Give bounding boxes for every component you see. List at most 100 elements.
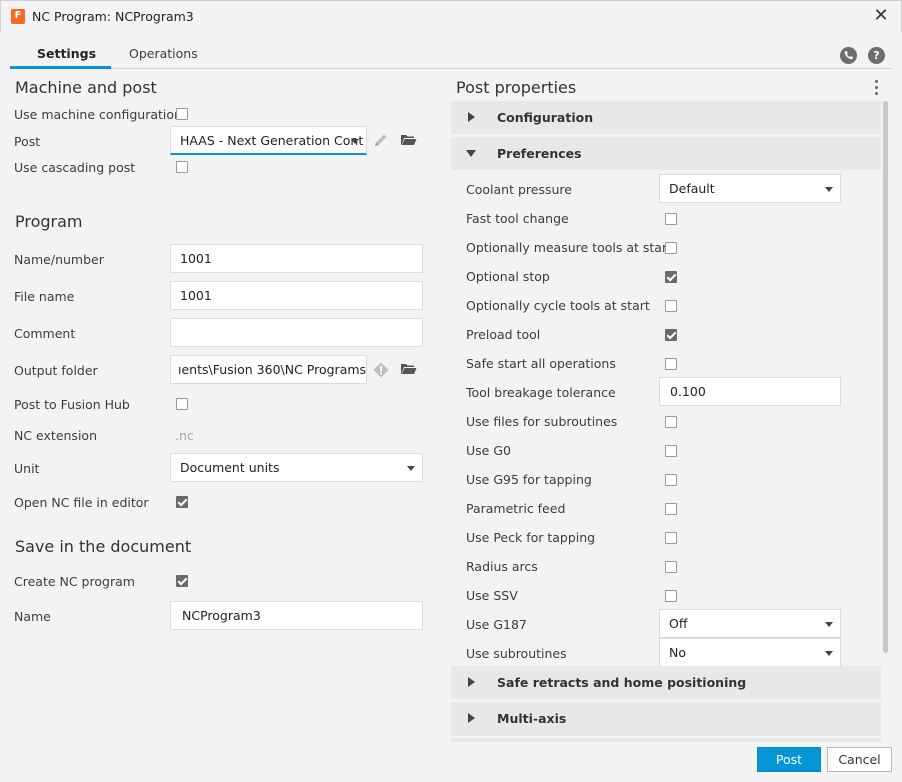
chevron-down-icon xyxy=(351,139,359,144)
chevron-down-icon xyxy=(825,651,833,656)
pref-label-use-g0: Use G0 xyxy=(466,443,511,458)
group-preferences[interactable]: Preferences xyxy=(451,137,881,170)
pref-checkbox-use-g0[interactable] xyxy=(665,445,677,457)
folder-open-icon[interactable] xyxy=(400,132,417,150)
pref-select-coolant-pressure[interactable]: Default xyxy=(659,174,841,203)
pref-label-optionally-cycle-tools-at-start: Optionally cycle tools at start xyxy=(466,298,650,313)
folder-open-icon[interactable] xyxy=(400,361,417,379)
unit-select[interactable]: Document units xyxy=(170,453,423,482)
close-icon[interactable]: ✕ xyxy=(869,5,893,29)
nc-extension-label: NC extension xyxy=(14,428,97,443)
group-multi-axis-label: Multi-axis xyxy=(497,711,567,726)
group-safe-retracts-label: Safe retracts and home positioning xyxy=(497,675,747,690)
pref-label-use-g95-for-tapping: Use G95 for tapping xyxy=(466,472,592,487)
pref-checkbox-optionally-cycle-tools-at-start[interactable] xyxy=(665,300,677,312)
tabs-divider xyxy=(10,68,892,69)
group-preferences-label: Preferences xyxy=(497,146,582,161)
post-properties-title: Post properties xyxy=(456,78,577,97)
pref-label-radius-arcs: Radius arcs xyxy=(466,559,538,574)
pref-checkbox-use-files-for-subroutines[interactable] xyxy=(665,416,677,428)
comment-input[interactable] xyxy=(170,318,423,347)
pref-checkbox-use-peck-for-tapping[interactable] xyxy=(665,532,677,544)
pref-checkbox-optional-stop[interactable] xyxy=(665,271,677,283)
expand-arrow-icon xyxy=(468,713,475,723)
post-label: Post xyxy=(14,134,41,149)
pref-checkbox-safe-start-all-operations[interactable] xyxy=(665,358,677,370)
program-title: Program xyxy=(15,212,83,231)
expand-arrow-icon xyxy=(468,112,475,122)
post-button[interactable]: Post xyxy=(757,747,821,772)
expand-arrow-icon xyxy=(468,677,475,687)
pref-label-use-subroutines: Use subroutines xyxy=(466,646,567,661)
pref-select-value: Off xyxy=(669,616,688,631)
collapse-arrow-icon xyxy=(466,150,476,157)
warning-icon xyxy=(373,362,389,381)
pref-checkbox-preload-tool[interactable] xyxy=(665,329,677,341)
nc-extension-value: .nc xyxy=(175,428,194,443)
use-machine-config-label: Use machine configuration xyxy=(14,107,182,122)
tab-operations[interactable]: Operations xyxy=(129,46,198,61)
pref-select-use-subroutines[interactable]: No xyxy=(659,638,841,667)
group-configuration-label: Configuration xyxy=(497,110,594,125)
pref-label-use-files-for-subroutines: Use files for subroutines xyxy=(466,414,618,429)
edit-pencil-icon[interactable] xyxy=(373,132,389,151)
pref-select-use-g187[interactable]: Off xyxy=(659,609,841,638)
create-nc-label: Create NC program xyxy=(14,574,135,589)
pref-label-parametric-feed: Parametric feed xyxy=(466,501,566,516)
post-select[interactable]: HAAS - Next Generation Cont xyxy=(170,126,367,155)
pref-select-value: No xyxy=(669,645,686,660)
post-select-value: HAAS - Next Generation Cont xyxy=(180,133,364,148)
group-multi-axis[interactable]: Multi-axis xyxy=(451,702,881,736)
chevron-down-icon xyxy=(825,187,833,192)
post-properties-scrollbar[interactable] xyxy=(883,101,888,653)
pref-checkbox-optionally-measure-tools-at-start[interactable] xyxy=(665,242,677,254)
group-safe-retracts[interactable]: Safe retracts and home positioning xyxy=(451,666,881,699)
more-options-icon[interactable] xyxy=(873,80,879,98)
name-number-label: Name/number xyxy=(14,252,104,267)
doc-name-input[interactable]: NCProgram3 xyxy=(170,601,423,630)
pref-label-fast-tool-change: Fast tool change xyxy=(466,211,569,226)
create-nc-checkbox[interactable] xyxy=(176,575,188,587)
help-icon[interactable]: ? xyxy=(868,47,885,64)
phone-icon[interactable] xyxy=(840,47,857,64)
output-folder-label: Output folder xyxy=(14,363,98,378)
output-folder-input[interactable]: ıents\Fusion 360\NC Programs xyxy=(170,355,367,384)
chevron-down-icon xyxy=(825,622,833,627)
machine-post-title: Machine and post xyxy=(15,78,157,97)
pref-checkbox-radius-arcs[interactable] xyxy=(665,561,677,573)
active-tab-indicator xyxy=(10,66,111,69)
unit-label: Unit xyxy=(14,461,40,476)
pref-checkbox-use-ssv[interactable] xyxy=(665,590,677,602)
pref-input-tool-breakage-tolerance[interactable]: 0.100 xyxy=(659,377,841,406)
open-editor-label: Open NC file in editor xyxy=(14,495,149,510)
pref-checkbox-parametric-feed[interactable] xyxy=(665,503,677,515)
use-cascading-checkbox[interactable] xyxy=(176,161,188,173)
pref-label-use-ssv: Use SSV xyxy=(466,588,518,603)
pref-checkbox-fast-tool-change[interactable] xyxy=(665,213,677,225)
cancel-button[interactable]: Cancel xyxy=(827,747,892,772)
pref-label-optional-stop: Optional stop xyxy=(466,269,550,284)
pref-label-coolant-pressure: Coolant pressure xyxy=(466,182,572,197)
save-doc-title: Save in the document xyxy=(15,537,192,556)
file-name-label: File name xyxy=(14,289,75,304)
chevron-down-icon xyxy=(407,466,415,471)
use-machine-config-checkbox[interactable] xyxy=(176,108,188,120)
group-configuration[interactable]: Configuration xyxy=(451,101,881,134)
use-cascading-label: Use cascading post xyxy=(14,160,136,175)
file-name-input[interactable]: 1001 xyxy=(170,281,423,310)
tab-settings[interactable]: Settings xyxy=(37,46,96,61)
pref-label-safe-start-all-operations: Safe start all operations xyxy=(466,356,616,371)
post-to-hub-checkbox[interactable] xyxy=(176,398,188,410)
next-group-edge xyxy=(451,738,881,742)
name-number-input[interactable]: 1001 xyxy=(170,244,423,273)
open-editor-checkbox[interactable] xyxy=(176,496,188,508)
post-to-hub-label: Post to Fusion Hub xyxy=(14,397,130,412)
pref-label-optionally-measure-tools-at-start: Optionally measure tools at start xyxy=(466,240,672,255)
comment-label: Comment xyxy=(14,326,76,341)
pref-label-preload-tool: Preload tool xyxy=(466,327,541,342)
fusion-app-icon: F xyxy=(11,9,25,24)
pref-label-use-peck-for-tapping: Use Peck for tapping xyxy=(466,530,596,545)
doc-name-label: Name xyxy=(14,609,51,624)
pref-checkbox-use-g95-for-tapping[interactable] xyxy=(665,474,677,486)
pref-select-value: Default xyxy=(669,181,715,196)
